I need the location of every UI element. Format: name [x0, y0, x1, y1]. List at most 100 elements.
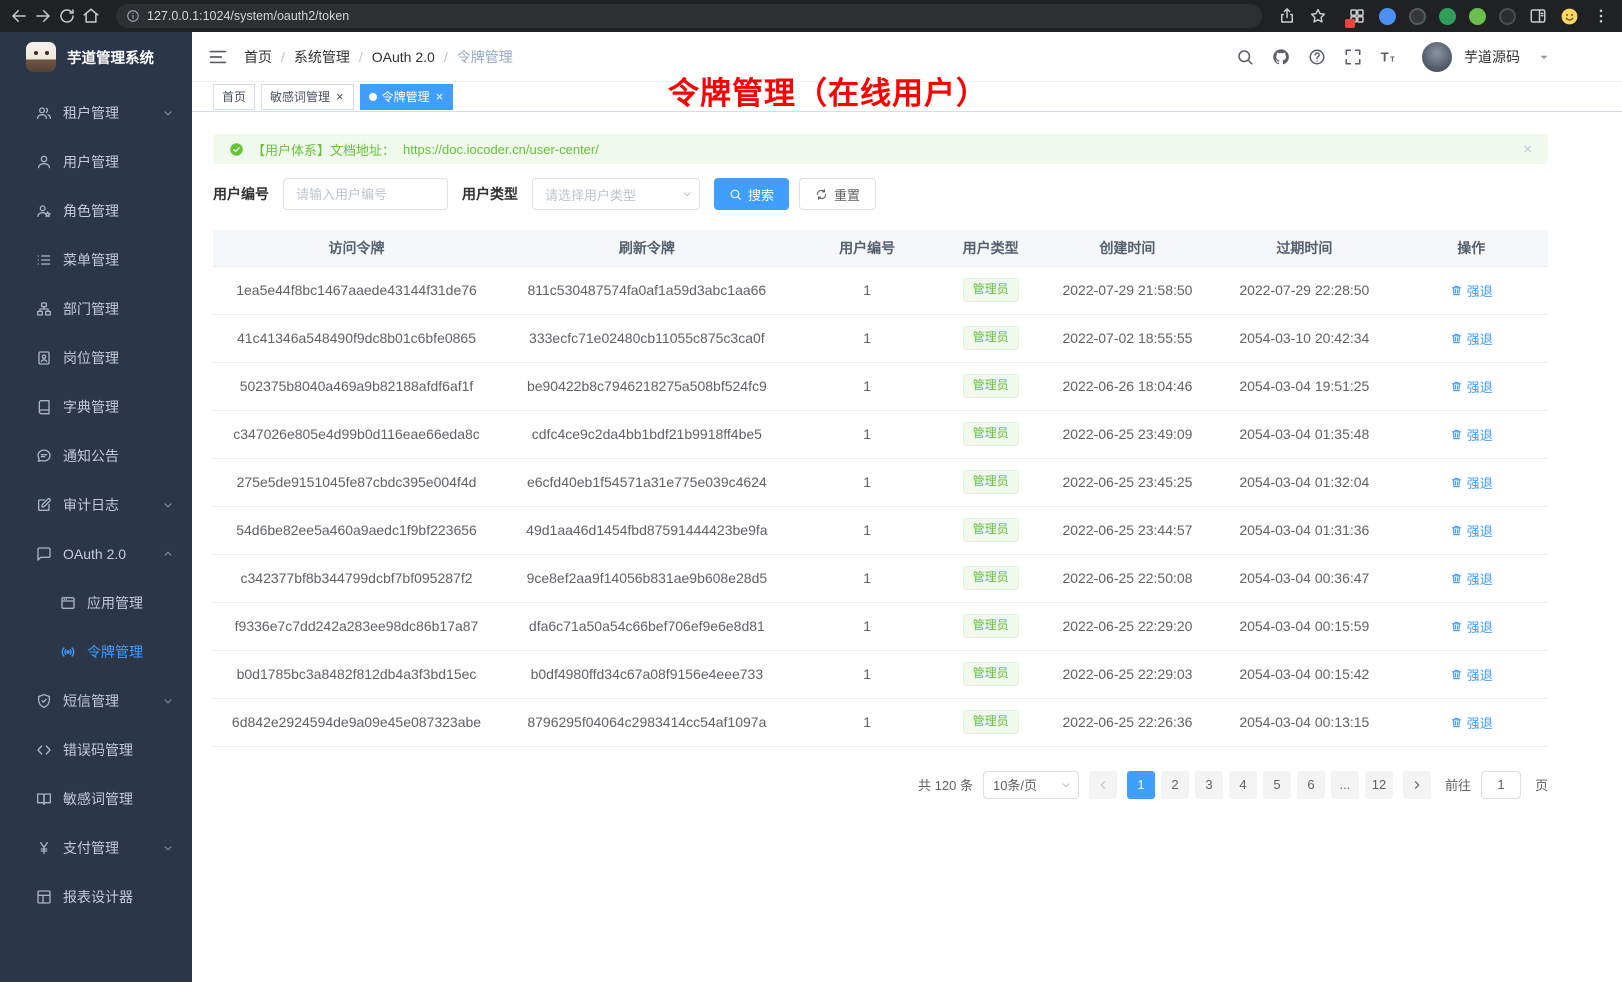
page-number-button[interactable]: 5 — [1263, 771, 1291, 799]
caret-down-icon[interactable] — [1538, 51, 1550, 63]
sidebar-item-payment[interactable]: 支付管理 — [0, 823, 192, 872]
sidebar-item-role[interactable]: 角色管理 — [0, 186, 192, 235]
page-number-button[interactable]: 6 — [1297, 771, 1325, 799]
sidebar-menu: 租户管理 用户管理 角色管理 菜单管理 部门管理 岗位管理 字典管理 通知公告 … — [0, 82, 192, 982]
sidebar-item-post[interactable]: 岗位管理 — [0, 333, 192, 382]
reload-icon[interactable] — [58, 7, 76, 25]
user-id-input[interactable] — [283, 178, 448, 210]
force-logout-button[interactable]: 强退 — [1450, 569, 1493, 588]
bookmark-star-icon[interactable] — [1309, 7, 1327, 25]
force-logout-button[interactable]: 强退 — [1450, 329, 1493, 348]
force-logout-button[interactable]: 强退 — [1450, 425, 1493, 444]
breadcrumb-separator: / — [444, 49, 448, 65]
table-row: c342377bf8b344799dcbf7bf095287f2 9ce8ef2… — [213, 554, 1548, 602]
search-icon[interactable] — [1236, 48, 1254, 66]
user-type-select[interactable]: 请选择用户类型 — [532, 178, 700, 210]
refresh-token-cell: 333ecfc71e02480cb11055c875c3ca0f — [500, 314, 794, 362]
force-logout-button[interactable]: 强退 — [1450, 521, 1493, 540]
page-number-button[interactable]: 4 — [1229, 771, 1257, 799]
force-logout-button[interactable]: 强退 — [1450, 281, 1493, 300]
app-logo[interactable]: 芋道管理系统 — [0, 32, 192, 82]
url-text: 127.0.0.1:1024/system/oauth2/token — [147, 9, 349, 23]
close-icon[interactable]: × — [435, 90, 445, 103]
search-button[interactable]: 搜索 — [714, 178, 789, 210]
force-logout-button[interactable]: 强退 — [1450, 713, 1493, 732]
page-number-button[interactable]: 3 — [1195, 771, 1223, 799]
tag-tab[interactable]: 首页 — [213, 84, 255, 110]
sidebar-toggle-icon[interactable] — [208, 47, 228, 67]
browser-toolbar-right — [1278, 7, 1612, 26]
home-icon[interactable] — [82, 7, 100, 25]
users-icon — [36, 105, 52, 121]
sidebar-item-report-designer[interactable]: 报表设计器 — [0, 872, 192, 921]
reset-button[interactable]: 重置 — [799, 178, 876, 210]
breadcrumb-item[interactable]: 系统管理 — [294, 47, 350, 67]
page-size-select[interactable]: 10条/页 — [983, 771, 1079, 799]
extension-icon[interactable] — [1469, 8, 1486, 25]
arrow-left-icon — [1096, 778, 1110, 792]
sidebar-item-notice[interactable]: 通知公告 — [0, 431, 192, 480]
force-logout-button[interactable]: 强退 — [1450, 377, 1493, 396]
navbar-tools: TT 芋道源码 — [1236, 42, 1550, 72]
sidebar-item-audit-log[interactable]: 审计日志 — [0, 480, 192, 529]
sidebar-item-oauth2[interactable]: OAuth 2.0 — [0, 529, 192, 578]
sidebar-item-sensitive-word[interactable]: 敏感词管理 — [0, 774, 192, 823]
sidebar-item-error-code[interactable]: 错误码管理 — [0, 725, 192, 774]
fullscreen-icon[interactable] — [1344, 48, 1362, 66]
extensions-icon[interactable] — [1348, 7, 1366, 25]
sidebar-item-tenant[interactable]: 租户管理 — [0, 88, 192, 137]
browser-profile-avatar[interactable] — [1560, 7, 1579, 26]
sidebar-item-user[interactable]: 用户管理 — [0, 137, 192, 186]
user-name[interactable]: 芋道源码 — [1464, 47, 1520, 67]
goto-page-input[interactable] — [1481, 771, 1521, 799]
extension-icon[interactable] — [1409, 8, 1426, 25]
page-number-button[interactable]: 2 — [1161, 771, 1189, 799]
expire-time-cell: 2054-03-04 01:31:36 — [1214, 506, 1394, 554]
sidebar-item-sms[interactable]: 短信管理 — [0, 676, 192, 725]
page-number-button[interactable]: 12 — [1365, 771, 1393, 799]
sidebar-item-dict[interactable]: 字典管理 — [0, 382, 192, 431]
force-logout-button[interactable]: 强退 — [1450, 617, 1493, 636]
tags-view: 首页 敏感词管理 × 令牌管理 × — [192, 82, 1622, 112]
sidebar-item-dept[interactable]: 部门管理 — [0, 284, 192, 333]
next-page-button[interactable] — [1403, 771, 1431, 799]
page-number-button[interactable]: 1 — [1127, 771, 1155, 799]
sidebar-item-menu[interactable]: 菜单管理 — [0, 235, 192, 284]
column-header: 访问令牌 — [213, 230, 500, 266]
tag-tab[interactable]: 敏感词管理 × — [261, 84, 354, 110]
search-form: 用户编号 用户类型 请选择用户类型 搜索 重置 — [213, 178, 1548, 210]
site-info-icon[interactable] — [126, 9, 140, 23]
sidebar-item-oauth2-token[interactable]: 令牌管理 — [0, 627, 192, 676]
browser-menu-icon[interactable] — [1592, 7, 1610, 25]
extension-icon[interactable] — [1499, 8, 1516, 25]
breadcrumb-item[interactable]: 首页 — [244, 47, 272, 67]
code-icon — [36, 742, 52, 758]
extension-icon[interactable] — [1439, 8, 1456, 25]
close-icon[interactable]: × — [335, 90, 345, 103]
share-icon[interactable] — [1278, 7, 1296, 25]
tag-tab[interactable]: 令牌管理 × — [360, 84, 454, 110]
access-token-cell: 275e5de9151045fe87cbdc395e004f4d — [213, 458, 500, 506]
page-number-button[interactable]: ... — [1331, 771, 1359, 799]
help-icon[interactable] — [1308, 48, 1326, 66]
sidebar-item-oauth2-app[interactable]: 应用管理 — [0, 578, 192, 627]
address-bar[interactable]: 127.0.0.1:1024/system/oauth2/token — [116, 4, 1262, 28]
user-avatar[interactable] — [1422, 42, 1452, 72]
extension-icon[interactable] — [1379, 8, 1396, 25]
force-logout-button[interactable]: 强退 — [1450, 665, 1493, 684]
split-view-icon[interactable] — [1529, 7, 1547, 25]
font-size-icon[interactable]: TT — [1380, 48, 1398, 66]
prev-page-button[interactable] — [1089, 771, 1117, 799]
github-icon[interactable] — [1272, 48, 1290, 66]
alert-doc-link[interactable]: https://doc.iocoder.cn/user-center/ — [403, 142, 599, 157]
alert-close-icon[interactable]: × — [1523, 142, 1532, 157]
refresh-token-cell: be90422b8c7946218275a508bf524fc9 — [500, 362, 794, 410]
create-time-cell: 2022-06-25 23:44:57 — [1041, 506, 1215, 554]
create-time-cell: 2022-06-25 22:29:20 — [1041, 602, 1215, 650]
force-logout-button[interactable]: 强退 — [1450, 473, 1493, 492]
svg-text:T: T — [1381, 49, 1389, 64]
breadcrumb-item[interactable]: OAuth 2.0 — [372, 49, 435, 65]
forward-icon[interactable] — [34, 7, 52, 25]
back-icon[interactable] — [10, 7, 28, 25]
table-row: 54d6be82ee5a460a9aedc1f9bf223656 49d1aa4… — [213, 506, 1548, 554]
